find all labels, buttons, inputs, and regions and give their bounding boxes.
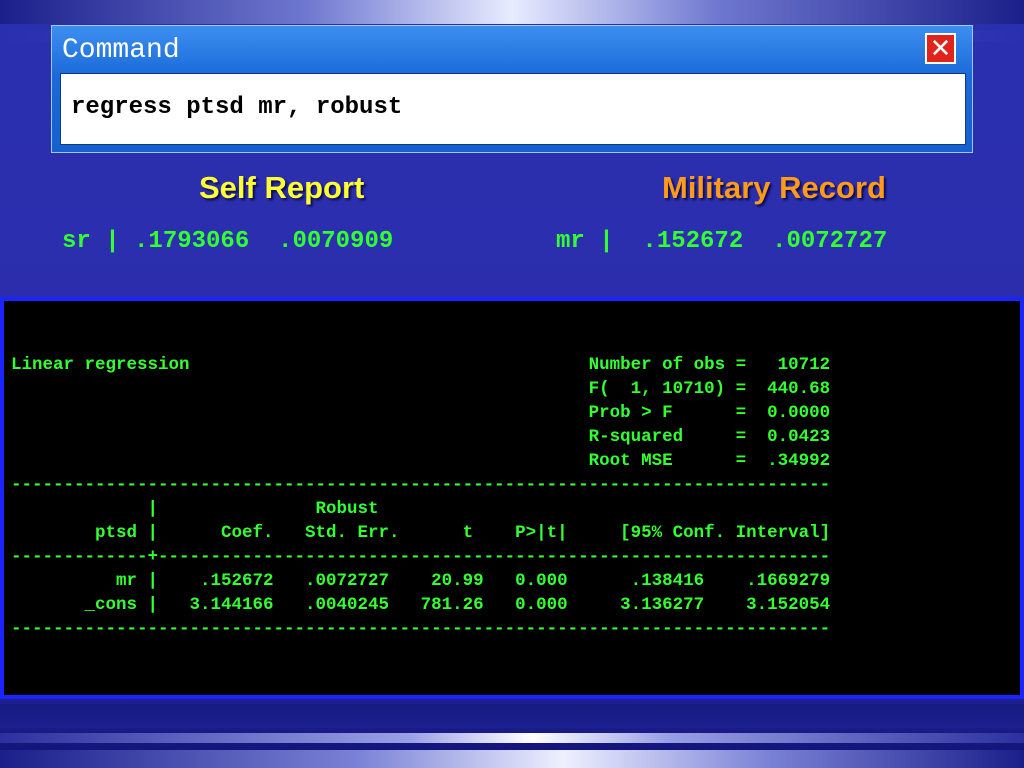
command-input[interactable]: regress ptsd mr, robust	[60, 73, 966, 145]
output-line: Prob > F = 0.0000	[11, 403, 831, 423]
output-line: F( 1, 10710) = 440.68	[11, 379, 831, 399]
bottom-decorative-band	[0, 704, 1024, 728]
results-output-panel: Linear regression Number of obs = 10712 …	[0, 297, 1024, 699]
output-line: ----------------------------------------…	[11, 475, 831, 495]
output-line: | Robust	[11, 499, 379, 519]
self-report-heading: Self Report	[199, 170, 365, 205]
close-icon: ✕	[929, 33, 952, 64]
regression-output: Linear regression Number of obs = 10712 …	[11, 353, 830, 641]
output-line: -------------+--------------------------…	[11, 547, 831, 567]
output-line: mr | .152672 .0072727 20.99 0.000 .13841…	[11, 571, 831, 591]
military-record-heading: Military Record	[662, 170, 886, 205]
output-line: R-squared = 0.0423	[11, 427, 831, 447]
close-button[interactable]: ✕	[925, 33, 956, 64]
self-report-coefficient: sr | .1793066 .0070909	[62, 228, 394, 255]
bottom-decorative-bar	[0, 750, 1024, 768]
top-decorative-bar	[0, 0, 1024, 24]
output-line: _cons | 3.144166 .0040245 781.26 0.000 3…	[11, 595, 831, 615]
output-line: ----------------------------------------…	[11, 619, 831, 639]
output-line: ptsd | Coef. Std. Err. t P>|t| [95% Conf…	[11, 523, 831, 543]
military-record-coefficient: mr | .152672 .0072727	[556, 228, 888, 255]
output-line: Root MSE = .34992	[11, 451, 831, 471]
bottom-decorative-stripe	[0, 733, 1024, 743]
output-line: Linear regression Number of obs = 10712	[11, 355, 831, 375]
command-window: Command ✕ regress ptsd mr, robust	[51, 25, 973, 153]
command-window-title: Command	[62, 35, 180, 66]
